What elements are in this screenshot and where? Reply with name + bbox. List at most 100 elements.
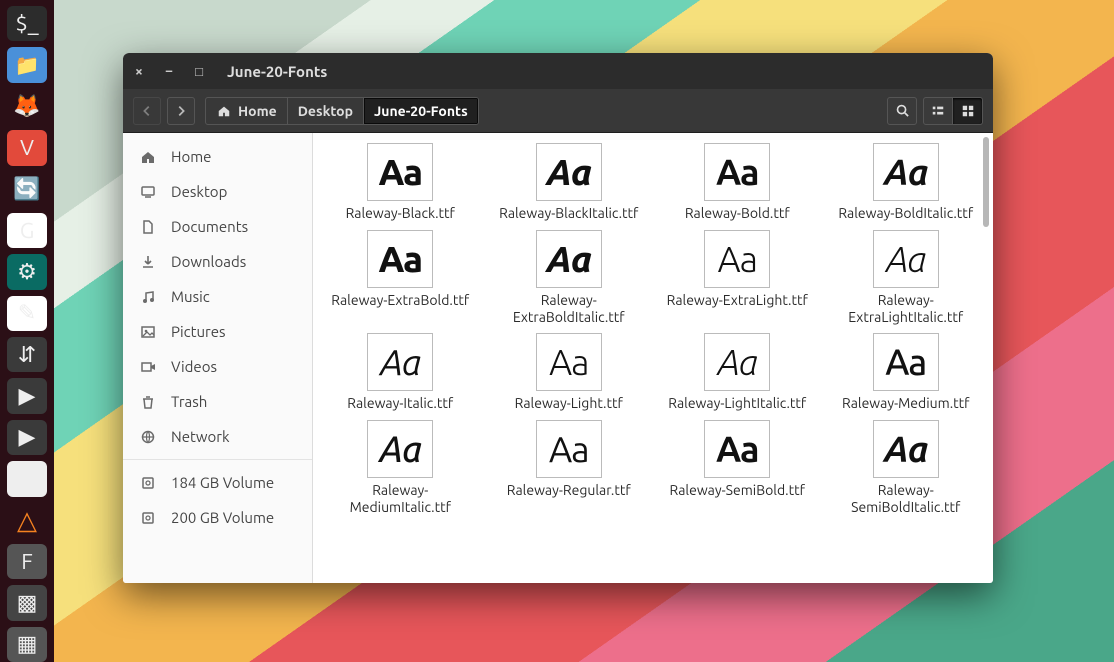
sidebar-item-network[interactable]: Network [123,419,312,454]
sidebar-item-label: Pictures [171,323,226,340]
breadcrumb-segment[interactable]: Home [206,98,287,124]
sidebar-item-200-gb-volume[interactable]: 200 GB Volume [123,500,312,535]
window-title: June-20-Fonts [227,63,327,80]
places-sidebar: Home Desktop Documents Downloads Music Pictur… [123,133,313,583]
dock-item-files[interactable]: 📁 [7,47,47,82]
content-pane[interactable]: Aa Raleway-Black.ttf AaRaleway-BlackItalic… [313,133,993,583]
dock-item-software[interactable]: 🛍 [7,461,47,496]
trash-icon [139,394,157,410]
window-body: Home Desktop Documents Downloads Music Pictur… [123,133,993,583]
font-thumbnail: Aa [536,143,602,201]
nav-back-button[interactable] [133,97,161,125]
dock-item-screenshot[interactable]: ▩ [7,585,47,620]
videos-icon [139,359,157,375]
launcher-dock: $_ 📁 🦊 V 🔄 G ⚙ ✎ ⇵ ▶ ▶ 🛍 △ F ▩ ▦ [0,0,54,662]
dock-item-sync[interactable]: 🔄 [7,172,47,207]
file-item[interactable]: AaRaleway-SemiBold.ttf [656,418,819,518]
sidebar-item-downloads[interactable]: Downloads [123,244,312,279]
file-manager-window: × – □ June-20-Fonts Home Desktop June-20-F… [123,53,993,583]
breadcrumb-segment[interactable]: June-20-Fonts [363,98,478,124]
breadcrumb: Home Desktop June-20-Fonts [205,97,479,125]
breadcrumb-label: Home [238,103,277,119]
window-maximize-button[interactable]: □ [191,63,207,79]
file-item[interactable]: AaRaleway-ExtraBoldItalic.ttf [488,228,651,328]
sidebar-item-documents[interactable]: Documents [123,209,312,244]
file-item[interactable]: Aa Raleway-Black.ttf [319,141,482,224]
sidebar-item-label: Desktop [171,183,227,200]
font-thumbnail: Aa [873,230,939,288]
file-name-label: Raleway-ExtraBoldItalic.ttf [494,292,644,326]
file-name-label: Raleway-ExtraLightItalic.ttf [831,292,981,326]
font-preview-glyph: Aa [380,344,420,380]
font-preview-glyph: Aa [718,241,757,277]
file-name-label: Raleway-Bold.ttf [685,205,790,222]
search-button[interactable] [887,97,917,125]
sidebar-item-desktop[interactable]: Desktop [123,174,312,209]
sidebar-item-videos[interactable]: Videos [123,349,312,384]
file-name-label: Raleway-Regular.ttf [507,482,631,499]
file-name-label: Raleway-ExtraBold.ttf [331,292,469,309]
dock-item-transmission[interactable]: ⇵ [7,337,47,372]
sidebar-item-trash[interactable]: Trash [123,384,312,419]
file-item[interactable]: AaRaleway-Bold.ttf [656,141,819,224]
file-name-label: Raleway-BoldItalic.ttf [838,205,973,222]
file-name-label: Raleway-SemiBoldItalic.ttf [831,482,981,516]
file-name-label: Raleway-Italic.ttf [347,395,453,412]
file-item[interactable]: Aa Raleway-Light.ttf [488,331,651,414]
file-item[interactable]: Aa Raleway-SemiBoldItalic.ttf [825,418,988,518]
file-item[interactable]: Aa Raleway-Regular.ttf [488,418,651,518]
file-item[interactable]: AaRaleway-ExtraBold.ttf [319,228,482,328]
sidebar-item-label: Downloads [171,253,246,270]
file-item[interactable]: Aa Raleway-Italic.ttf [319,331,482,414]
font-preview-glyph: Aa [884,431,928,467]
dock-item-player[interactable]: ▶ [7,420,47,455]
font-thumbnail: Aa [367,143,433,201]
sidebar-item-music[interactable]: Music [123,279,312,314]
sidebar-item-184-gb-volume[interactable]: 184 GB Volume [123,465,312,500]
list-view-button[interactable] [923,97,953,125]
file-name-label: Raleway-Light.ttf [515,395,623,412]
dock-item-settings-tool[interactable]: ⚙ [7,254,47,289]
font-preview-glyph: Aa [549,344,588,380]
font-preview-glyph: Aa [379,154,422,190]
file-item[interactable]: Aa Raleway-MediumItalic.ttf [319,418,482,518]
breadcrumb-label: June-20-Fonts [374,103,468,119]
dock-item-mpv[interactable]: ▶ [7,378,47,413]
dock-item-vivaldi[interactable]: V [7,130,47,165]
file-name-label: Raleway-Black.ttf [346,205,455,222]
file-item[interactable]: AaRaleway-BoldItalic.ttf [825,141,988,224]
file-item[interactable]: Aa Raleway-ExtraLightItalic.ttf [825,228,988,328]
dock-item-font-manager[interactable]: F [7,544,47,579]
nav-forward-button[interactable] [167,97,195,125]
sidebar-item-home[interactable]: Home [123,139,312,174]
grid-view-button[interactable] [953,97,983,125]
titlebar[interactable]: × – □ June-20-Fonts [123,53,993,89]
dock-item-google-app[interactable]: G [7,213,47,248]
dock-item-vlc[interactable]: △ [7,503,47,538]
breadcrumb-segment[interactable]: Desktop [287,98,363,124]
sidebar-item-pictures[interactable]: Pictures [123,314,312,349]
file-item[interactable]: AaRaleway-LightItalic.ttf [656,331,819,414]
window-close-button[interactable]: × [131,63,147,79]
dock-item-app[interactable]: ▦ [7,627,47,662]
dock-item-notes[interactable]: ✎ [7,296,47,331]
file-item[interactable]: AaRaleway-Medium.ttf [825,331,988,414]
font-preview-glyph: Aa [546,154,591,190]
scrollbar[interactable] [981,133,991,583]
font-thumbnail: Aa [873,420,939,478]
font-thumbnail: Aa [536,420,602,478]
network-icon [139,429,157,445]
file-item[interactable]: AaRaleway-BlackItalic.ttf [488,141,651,224]
file-name-label: Raleway-MediumItalic.ttf [325,482,475,516]
font-thumbnail: Aa [367,333,433,391]
window-minimize-button[interactable]: – [161,63,177,79]
home-icon [139,149,157,165]
file-grid: Aa Raleway-Black.ttf AaRaleway-BlackItalic… [313,133,993,530]
list-view-icon [931,104,945,118]
dock-item-firefox[interactable]: 🦊 [7,89,47,124]
documents-icon [139,219,157,235]
pictures-icon [139,324,157,340]
font-preview-glyph: Aa [379,431,421,467]
file-item[interactable]: AaRaleway-ExtraLight.ttf [656,228,819,328]
dock-item-terminal[interactable]: $_ [7,6,47,41]
